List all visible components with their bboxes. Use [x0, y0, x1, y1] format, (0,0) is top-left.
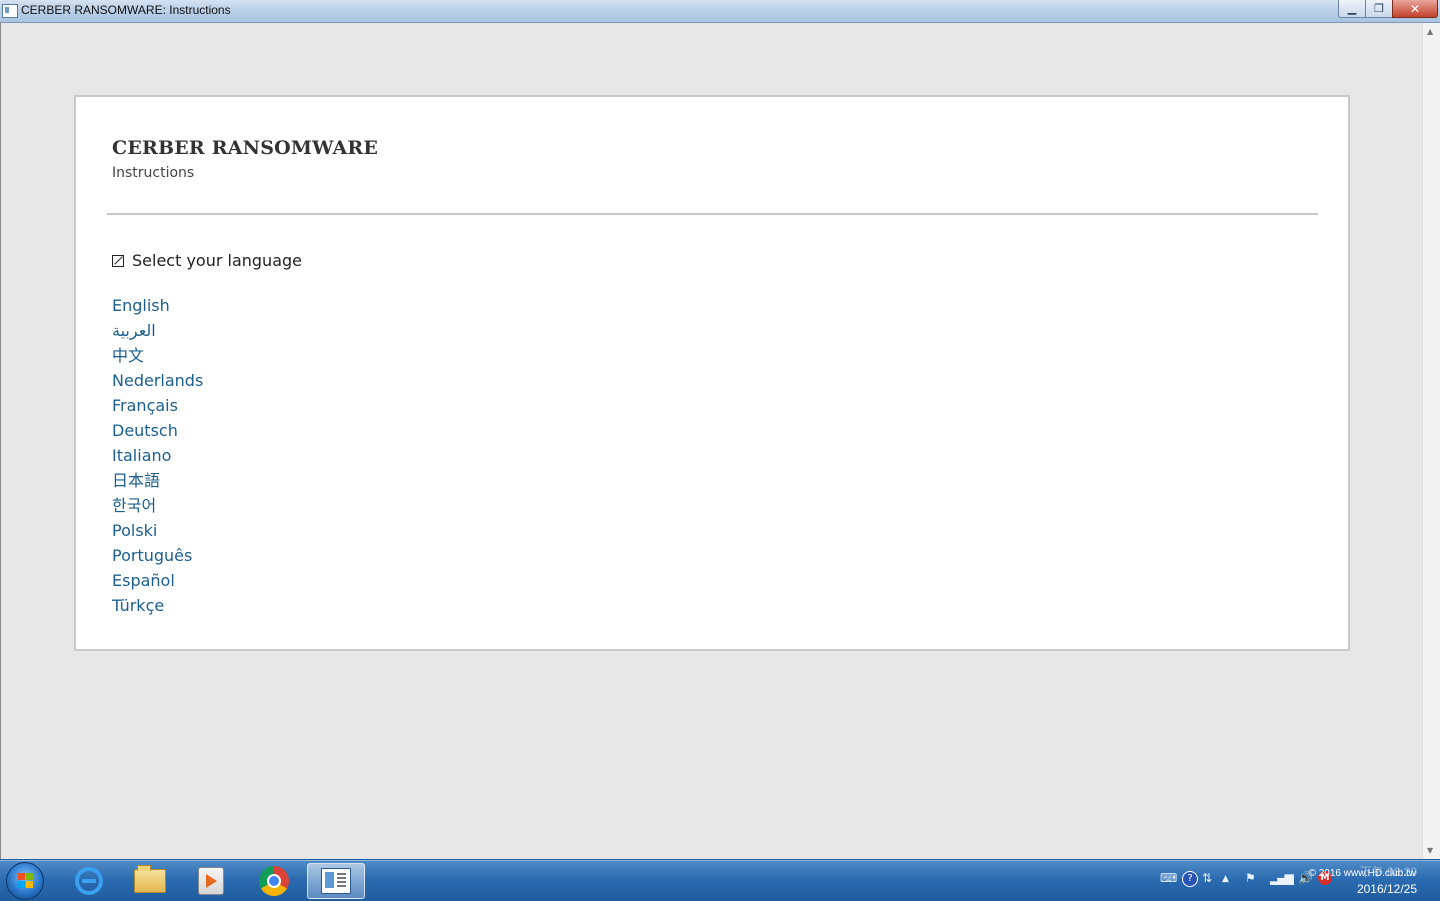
language-link-italian[interactable]: Italiano: [112, 443, 203, 468]
language-link-polish[interactable]: Polski: [112, 518, 203, 543]
language-link-spanish[interactable]: Español: [112, 568, 203, 593]
keyboard-icon[interactable]: ⌨: [1160, 871, 1177, 885]
help-icon[interactable]: ?: [1182, 871, 1198, 887]
language-heading: Select your language: [112, 251, 302, 270]
scroll-up-arrow-icon[interactable]: ▲: [1427, 27, 1433, 36]
language-link-turkish[interactable]: Türkçe: [112, 593, 203, 618]
taskbar: ⌨ ? ⇅ ▲ ⚑ ▂▄▆ 🔊 M © 2016 www.HD.club.tw …: [0, 860, 1440, 901]
language-link-arabic[interactable]: العربية: [112, 318, 203, 343]
language-link-japanese[interactable]: 日本語: [112, 468, 203, 493]
language-link-korean[interactable]: 한국어: [112, 493, 203, 518]
checkbox-icon: [112, 254, 124, 267]
page-subtitle: Instructions: [112, 165, 195, 181]
language-link-english[interactable]: English: [112, 293, 203, 318]
language-link-german[interactable]: Deutsch: [112, 418, 203, 443]
window-controls: ▁ ❐ ✕: [1338, 0, 1438, 18]
language-list: English العربية 中文 Nederlands Français D…: [112, 293, 203, 618]
language-link-dutch[interactable]: Nederlands: [112, 368, 203, 393]
chrome-icon: [259, 866, 289, 896]
language-heading-label: Select your language: [132, 251, 302, 270]
network-status-icon[interactable]: ⇅: [1202, 871, 1212, 885]
app-icon: [2, 4, 18, 18]
taskbar-app-instructions[interactable]: [307, 863, 365, 899]
language-link-chinese[interactable]: 中文: [112, 343, 203, 368]
show-hidden-icons-icon[interactable]: ▲: [1222, 874, 1229, 884]
document-icon: [321, 868, 351, 894]
divider: [107, 213, 1318, 215]
media-player-icon: [198, 867, 224, 895]
close-button[interactable]: ✕: [1392, 0, 1438, 18]
instructions-card: CERBER RANSOMWARE Instructions Select yo…: [74, 95, 1350, 651]
language-link-french[interactable]: Français: [112, 393, 203, 418]
internet-explorer-icon: [75, 867, 103, 895]
clock[interactable]: 下午 08:20 2016/12/25: [1357, 864, 1417, 898]
restore-button[interactable]: ❐: [1365, 0, 1393, 18]
window-title: CERBER RANSOMWARE: Instructions: [21, 3, 231, 17]
scroll-down-arrow-icon[interactable]: ▼: [1427, 846, 1433, 855]
taskbar-app-ie[interactable]: [60, 863, 118, 899]
page-title: CERBER RANSOMWARE: [112, 137, 379, 159]
clock-time: 下午 08:20: [1359, 865, 1417, 879]
start-button[interactable]: [6, 862, 44, 900]
taskbar-app-media[interactable]: [182, 863, 240, 899]
client-area: CERBER RANSOMWARE Instructions Select yo…: [0, 23, 1423, 859]
clock-date: 2016/12/25: [1356, 882, 1417, 896]
flag-icon[interactable]: ⚑: [1245, 871, 1256, 885]
minimize-button[interactable]: ▁: [1338, 0, 1366, 18]
language-link-portuguese[interactable]: Português: [112, 543, 203, 568]
taskbar-app-chrome[interactable]: [245, 863, 303, 899]
vertical-scrollbar[interactable]: ▲ ▼: [1422, 23, 1440, 859]
folder-icon: [134, 865, 166, 893]
taskbar-app-explorer[interactable]: [121, 863, 179, 899]
signal-icon[interactable]: ▂▄▆: [1270, 871, 1294, 885]
system-tray: ⌨ ? ⇅ ▲ ⚑ ▂▄▆ 🔊 M © 2016 www.HD.club.tw …: [1150, 861, 1440, 901]
window-title-bar[interactable]: CERBER RANSOMWARE: Instructions ▁ ❐ ✕: [0, 0, 1440, 23]
